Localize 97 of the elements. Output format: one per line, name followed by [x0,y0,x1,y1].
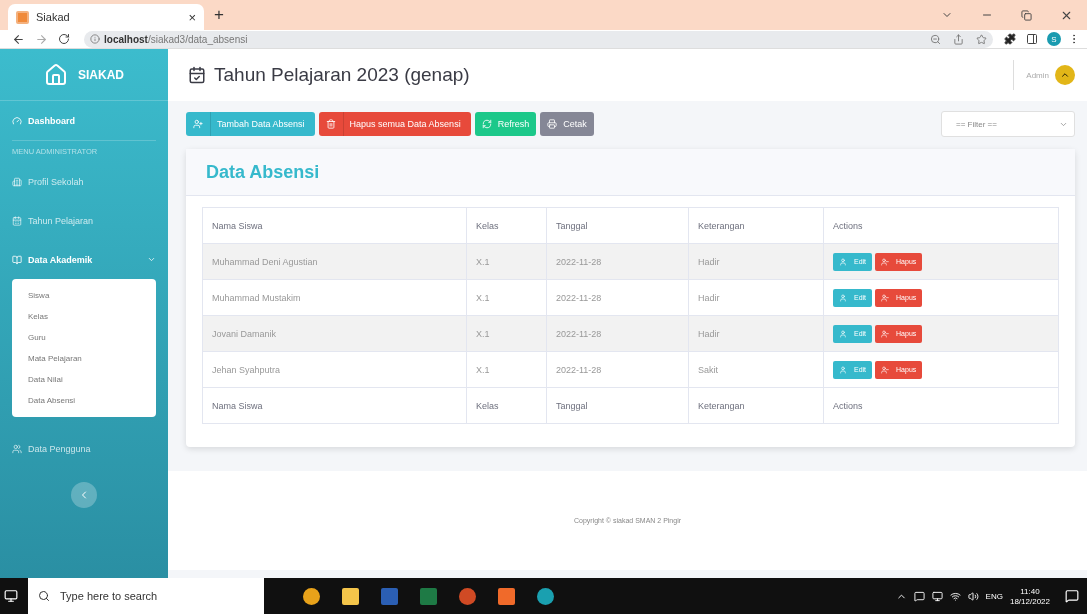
column-footer: Kelas [466,387,547,424]
menu-item-icon [12,443,22,454]
table-cell: Muhammad Deni Agustian [202,243,467,280]
sidebar-item[interactable]: Dashboard [12,101,156,140]
restore-icon[interactable] [1021,9,1032,21]
card-title: Data Absensi [206,161,320,183]
site-icon [16,10,29,24]
toolbar-button[interactable]: Tambah Data Absensi [186,112,315,136]
sidebar-item[interactable]: Profil Sekolah [12,162,156,201]
table-cell: 2022-11-28 [546,315,689,352]
table-cell: 2022-11-28 [546,279,689,316]
user-minus-icon [881,293,890,302]
tab-close-button[interactable]: × [188,9,196,25]
sidebar-item[interactable]: Data Pengguna [12,429,156,468]
school-logo-icon [44,62,68,87]
spreadsheet-app-icon[interactable] [420,587,437,605]
taskbar-clock[interactable]: 11:40 18/12/2022 [1009,586,1050,606]
document-app-icon[interactable] [381,587,398,605]
column-header: Tanggal [546,207,689,244]
submenu-item[interactable]: Mata Pelajaran [12,348,156,369]
chevron-down-icon [147,255,156,264]
user-avatar[interactable] [1055,65,1075,85]
user-minus-icon [881,329,890,338]
toolbar-button[interactable]: Refresh [474,112,537,136]
table-cell: Hadir [688,279,824,316]
user-minus-icon [881,257,890,266]
delete-icon [325,119,336,129]
toolbar-button[interactable]: Cetak [540,112,594,136]
table-cell: Sakit [688,351,824,388]
submenu-item[interactable]: Kelas [12,306,156,327]
user-minus-icon [881,365,890,374]
column-header: Kelas [466,207,547,244]
book-icon [12,254,22,265]
taskbar-search-field[interactable]: Type here to search [28,578,264,614]
info-icon [90,34,100,44]
profile-avatar[interactable]: S [1047,32,1061,46]
submenu-item[interactable]: Siswa [12,285,156,306]
table-cell: Jovani Damanik [202,315,467,352]
table-cell: Muhammad Mustakim [202,279,467,316]
browser-tab[interactable]: Siakad × [8,4,204,30]
menu-item-icon [12,215,22,226]
submenu-item[interactable]: Data Nilai [12,369,156,390]
column-footer: Actions [823,387,1059,424]
side-panel-icon[interactable] [1026,33,1038,45]
user-icon [839,257,847,266]
user-icon [839,293,847,302]
column-footer: Keterangan [688,387,824,424]
search-icon [38,590,50,602]
add-icon [193,119,203,129]
user-icon [839,365,847,374]
menu-item-icon [12,176,22,187]
table-cell: X.1 [466,315,547,352]
submenu-item[interactable]: Guru [12,327,156,348]
table-cell: X.1 [466,243,547,280]
url-text: localhost/siakad3/data_absensi [104,33,248,45]
star-icon[interactable] [976,33,987,45]
print-icon [547,119,558,129]
column-header: Keterangan [688,207,824,244]
user-name[interactable]: Admin [1026,70,1049,80]
column-header: Actions [823,207,1059,244]
share-icon[interactable] [953,33,964,45]
column-header: Nama Siswa [202,207,467,244]
address-bar[interactable]: localhost/siakad3/data_absensi [84,30,993,48]
sidebar-item[interactable]: Tahun Pelajaran [12,201,156,240]
volume-icon[interactable] [967,590,979,602]
filter-select[interactable]: == Filter == [941,111,1075,137]
calendar-icon [188,66,206,84]
notification-icon[interactable] [1065,589,1079,603]
zoom-out-icon[interactable] [930,33,941,45]
presentation-app-icon[interactable] [459,587,476,605]
column-footer: Tanggal [546,387,689,424]
menu-item-icon [12,115,22,126]
tab-title: Siakad [36,11,70,23]
table-cell: 2022-11-28 [546,243,689,280]
refresh-icon [481,119,492,129]
browser-app-icon[interactable] [537,587,554,605]
tray-app-icon[interactable] [913,590,925,602]
reload-icon[interactable] [58,33,70,45]
table-cell: Hadir [688,315,824,352]
toolbar-button[interactable]: Hapus semua Data Absensi [318,112,471,136]
back-icon[interactable] [12,32,25,46]
table-cell: X.1 [466,351,547,388]
user-icon [839,329,847,338]
column-footer: Nama Siswa [202,387,467,424]
sidebar-item[interactable]: Data Akademik [12,240,156,279]
table-cell: Jehan Syahputra [202,351,467,388]
language-indicator[interactable]: ENG [985,591,1003,601]
brand-name[interactable]: SIAKAD [78,67,124,82]
server-app-icon[interactable] [498,587,515,605]
table-cell: X.1 [466,279,547,316]
table-cell: Hadir [688,243,824,280]
puzzle-icon[interactable] [1004,33,1016,45]
new-tab-button[interactable]: + [214,5,224,25]
submenu-item[interactable]: Data Absensi [12,390,156,411]
network-icon[interactable] [949,590,961,602]
table-cell: 2022-11-28 [546,351,689,388]
page-title: Tahun Pelajaran 2023 (genap) [214,64,470,86]
